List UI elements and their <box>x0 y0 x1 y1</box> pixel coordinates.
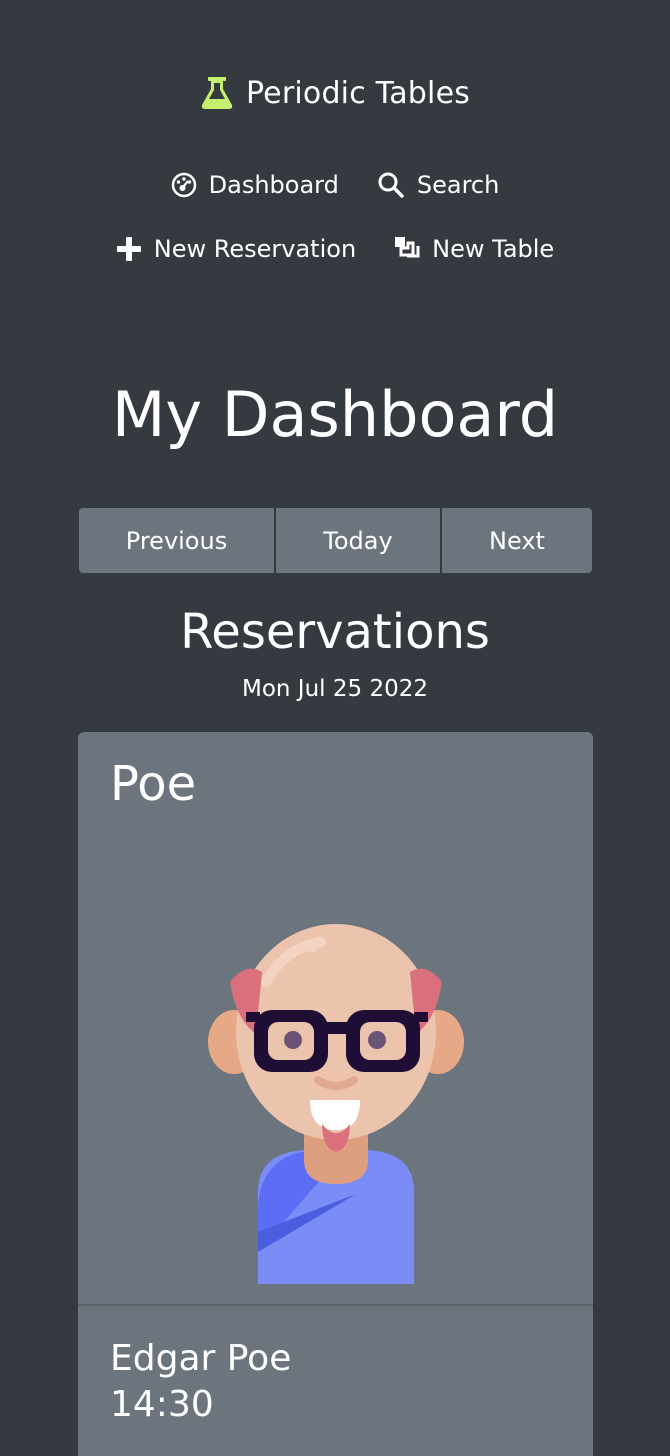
dashboard-gauge-icon <box>171 172 196 198</box>
reservation-time: 14:30 <box>110 1384 214 1425</box>
brand[interactable]: Periodic Tables <box>0 72 670 114</box>
page-title: My Dashboard <box>111 378 559 451</box>
nav-new-table-label: New Table <box>432 235 555 263</box>
plus-icon <box>116 237 141 261</box>
brand-name: Periodic Tables <box>245 75 471 111</box>
nav-search-label: Search <box>416 171 500 199</box>
reservations-heading: Reservations <box>180 604 490 660</box>
previous-button[interactable]: Previous <box>79 508 274 573</box>
nav-search-link[interactable]: Search <box>377 166 499 204</box>
layers-icon <box>395 237 420 258</box>
current-date: Mon Jul 25 2022 <box>242 676 428 702</box>
next-button[interactable]: Next <box>442 508 592 573</box>
nav-new-table-link[interactable]: New Table <box>394 230 554 268</box>
reservation-card: Poe Edgar Poe 14:30 <box>78 732 593 1456</box>
flask-icon <box>201 77 233 109</box>
nav-row-secondary: New Reservation New Table <box>0 230 670 268</box>
reservation-details: Edgar Poe 14:30 <box>110 1336 291 1428</box>
nav-new-reservation-link[interactable]: New Reservation <box>116 230 356 268</box>
today-button[interactable]: Today <box>276 508 440 573</box>
nav-dashboard-link[interactable]: Dashboard <box>171 166 339 204</box>
bald-man-glasses-avatar <box>208 924 464 1284</box>
card-divider <box>78 1304 593 1306</box>
nav-dashboard-label: Dashboard <box>208 171 339 199</box>
reservation-full-name: Edgar Poe <box>110 1338 292 1379</box>
app-page: Periodic Tables Dashboard Search New Res… <box>0 0 670 1456</box>
nav-new-reservation-label: New Reservation <box>153 235 357 263</box>
date-navigation: Previous Today Next <box>79 508 592 573</box>
reservation-last-name: Poe <box>110 756 197 812</box>
search-icon <box>378 172 404 198</box>
nav-row-primary: Dashboard Search <box>0 166 670 204</box>
